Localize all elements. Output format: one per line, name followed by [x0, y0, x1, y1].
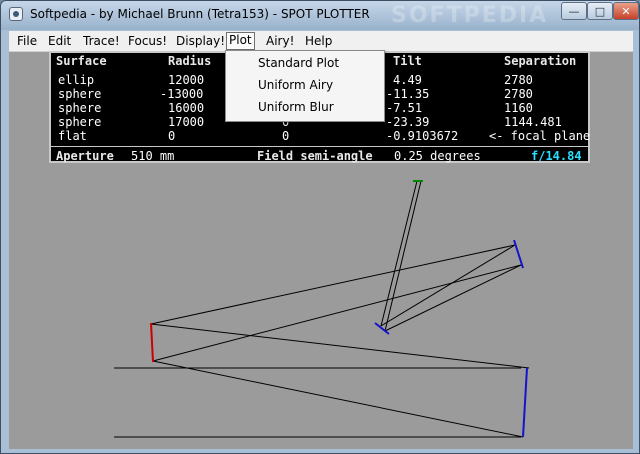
- ray-line: [152, 360, 524, 438]
- ray-line: [384, 180, 422, 332]
- window-title: Softpedia - by Michael Brunn (Tetra153) …: [30, 7, 370, 21]
- menu-uniform-airy[interactable]: Uniform Airy: [258, 78, 333, 92]
- app-window: Softpedia - by Michael Brunn (Tetra153) …: [0, 0, 640, 454]
- close-button[interactable]: ✕: [613, 2, 639, 20]
- ray-paths: [114, 180, 530, 438]
- tertiary-mirror: [513, 239, 524, 269]
- watermark: SOFTPEDIA: [391, 3, 549, 28]
- plot-menu-dropdown: Standard Plot Uniform Airy Uniform Blur: [225, 50, 385, 122]
- ray-line: [152, 264, 522, 362]
- secondary-mirror: [522, 367, 528, 438]
- ray-line: [380, 244, 516, 327]
- ray-line: [150, 323, 530, 369]
- ray-line: [150, 244, 516, 325]
- primary-mirror: [150, 322, 154, 363]
- menu-standard-plot[interactable]: Standard Plot: [258, 56, 339, 70]
- menu-uniform-blur[interactable]: Uniform Blur: [258, 100, 334, 114]
- minimize-icon: —: [568, 4, 580, 18]
- client-area: File Edit Trace! Focus! Display! Plot Ai…: [9, 31, 633, 449]
- maximize-icon: □: [594, 4, 606, 18]
- app-icon[interactable]: [9, 7, 23, 21]
- maximize-button[interactable]: □: [587, 2, 613, 20]
- ray-line: [380, 180, 418, 327]
- ray-line: [384, 264, 522, 332]
- title-bar[interactable]: Softpedia - by Michael Brunn (Tetra153) …: [1, 1, 639, 30]
- minimize-button[interactable]: —: [561, 2, 587, 20]
- close-icon: ✕: [621, 4, 631, 18]
